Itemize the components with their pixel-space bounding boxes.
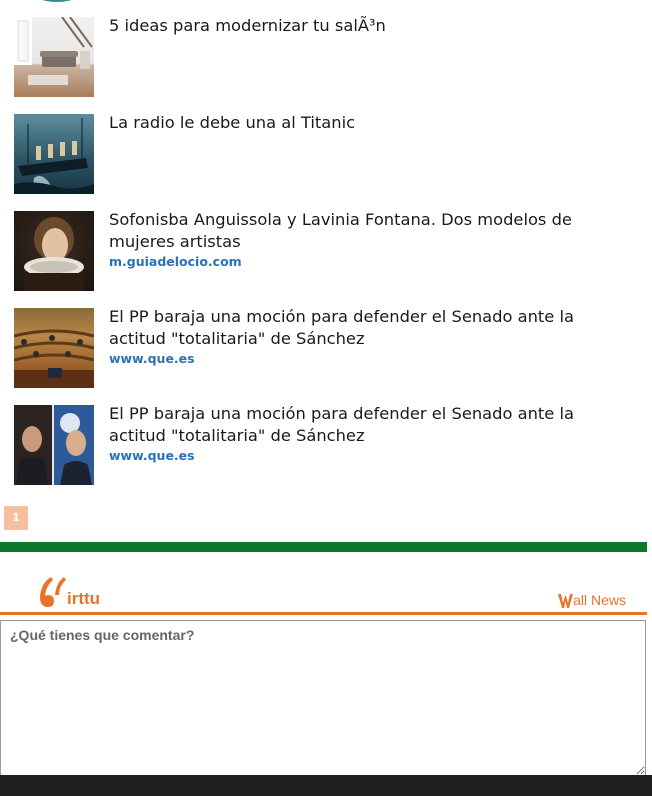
- news-text: 5 ideas para modernizar tu salÃ³n: [109, 15, 589, 37]
- page: 5 ideas para modernizar tu salÃ³n La rad…: [0, 0, 652, 796]
- news-text: Sofonisba Anguissola y Lavinia Fontana. …: [109, 209, 589, 269]
- news-text: La radio le debe una al Titanic: [109, 112, 589, 134]
- news-item[interactable]: El PP baraja una moción para defender el…: [14, 306, 644, 388]
- footer-bar: [0, 775, 652, 796]
- news-title[interactable]: Sofonisba Anguissola y Lavinia Fontana. …: [109, 209, 589, 252]
- news-title[interactable]: La radio le debe una al Titanic: [109, 112, 589, 134]
- comment-input[interactable]: [0, 620, 646, 776]
- portrait-image: [24, 217, 84, 291]
- news-title[interactable]: El PP baraja una moción para defender el…: [109, 306, 589, 349]
- news-item[interactable]: El PP baraja una moción para defender el…: [14, 403, 644, 485]
- brand-name: irttu: [67, 589, 101, 608]
- news-list: 5 ideas para modernizar tu salÃ³n La rad…: [14, 15, 644, 502]
- w-letter-icon: [558, 594, 574, 608]
- news-text: El PP baraja una moción para defender el…: [109, 403, 589, 463]
- wall-news-label: all News: [573, 592, 626, 608]
- news-title[interactable]: El PP baraja una moción para defender el…: [109, 403, 589, 446]
- titanic-thumbnail[interactable]: [14, 114, 94, 194]
- senate-thumbnail[interactable]: [14, 308, 94, 388]
- portrait-thumbnail[interactable]: [14, 211, 94, 291]
- living-room-thumbnail[interactable]: [14, 17, 94, 97]
- comments-brand-logo[interactable]: irttu: [37, 575, 100, 609]
- politicians-image: [14, 405, 94, 485]
- partial-circle-logo: [28, 0, 86, 2]
- news-title[interactable]: 5 ideas para modernizar tu salÃ³n: [109, 15, 589, 37]
- politicians-thumbnail[interactable]: [14, 405, 94, 485]
- pagination-page-button[interactable]: 1: [4, 506, 28, 530]
- senate-image: [14, 329, 94, 388]
- quote-mark-icon: [40, 577, 66, 607]
- news-source-link[interactable]: www.que.es: [109, 448, 589, 463]
- titanic-image: [14, 118, 94, 194]
- news-text: El PP baraja una moción para defender el…: [109, 306, 589, 366]
- news-source-link[interactable]: www.que.es: [109, 351, 589, 366]
- wall-news-link[interactable]: all News: [558, 592, 626, 608]
- section-divider-green: [0, 542, 647, 552]
- news-source-link[interactable]: m.guiadelocio.com: [109, 254, 589, 269]
- news-item[interactable]: La radio le debe una al Titanic: [14, 112, 644, 194]
- living-room-image: [14, 17, 93, 85]
- comments-header-divider: [0, 612, 647, 615]
- news-item[interactable]: 5 ideas para modernizar tu salÃ³n: [14, 15, 644, 97]
- news-item[interactable]: Sofonisba Anguissola y Lavinia Fontana. …: [14, 209, 644, 291]
